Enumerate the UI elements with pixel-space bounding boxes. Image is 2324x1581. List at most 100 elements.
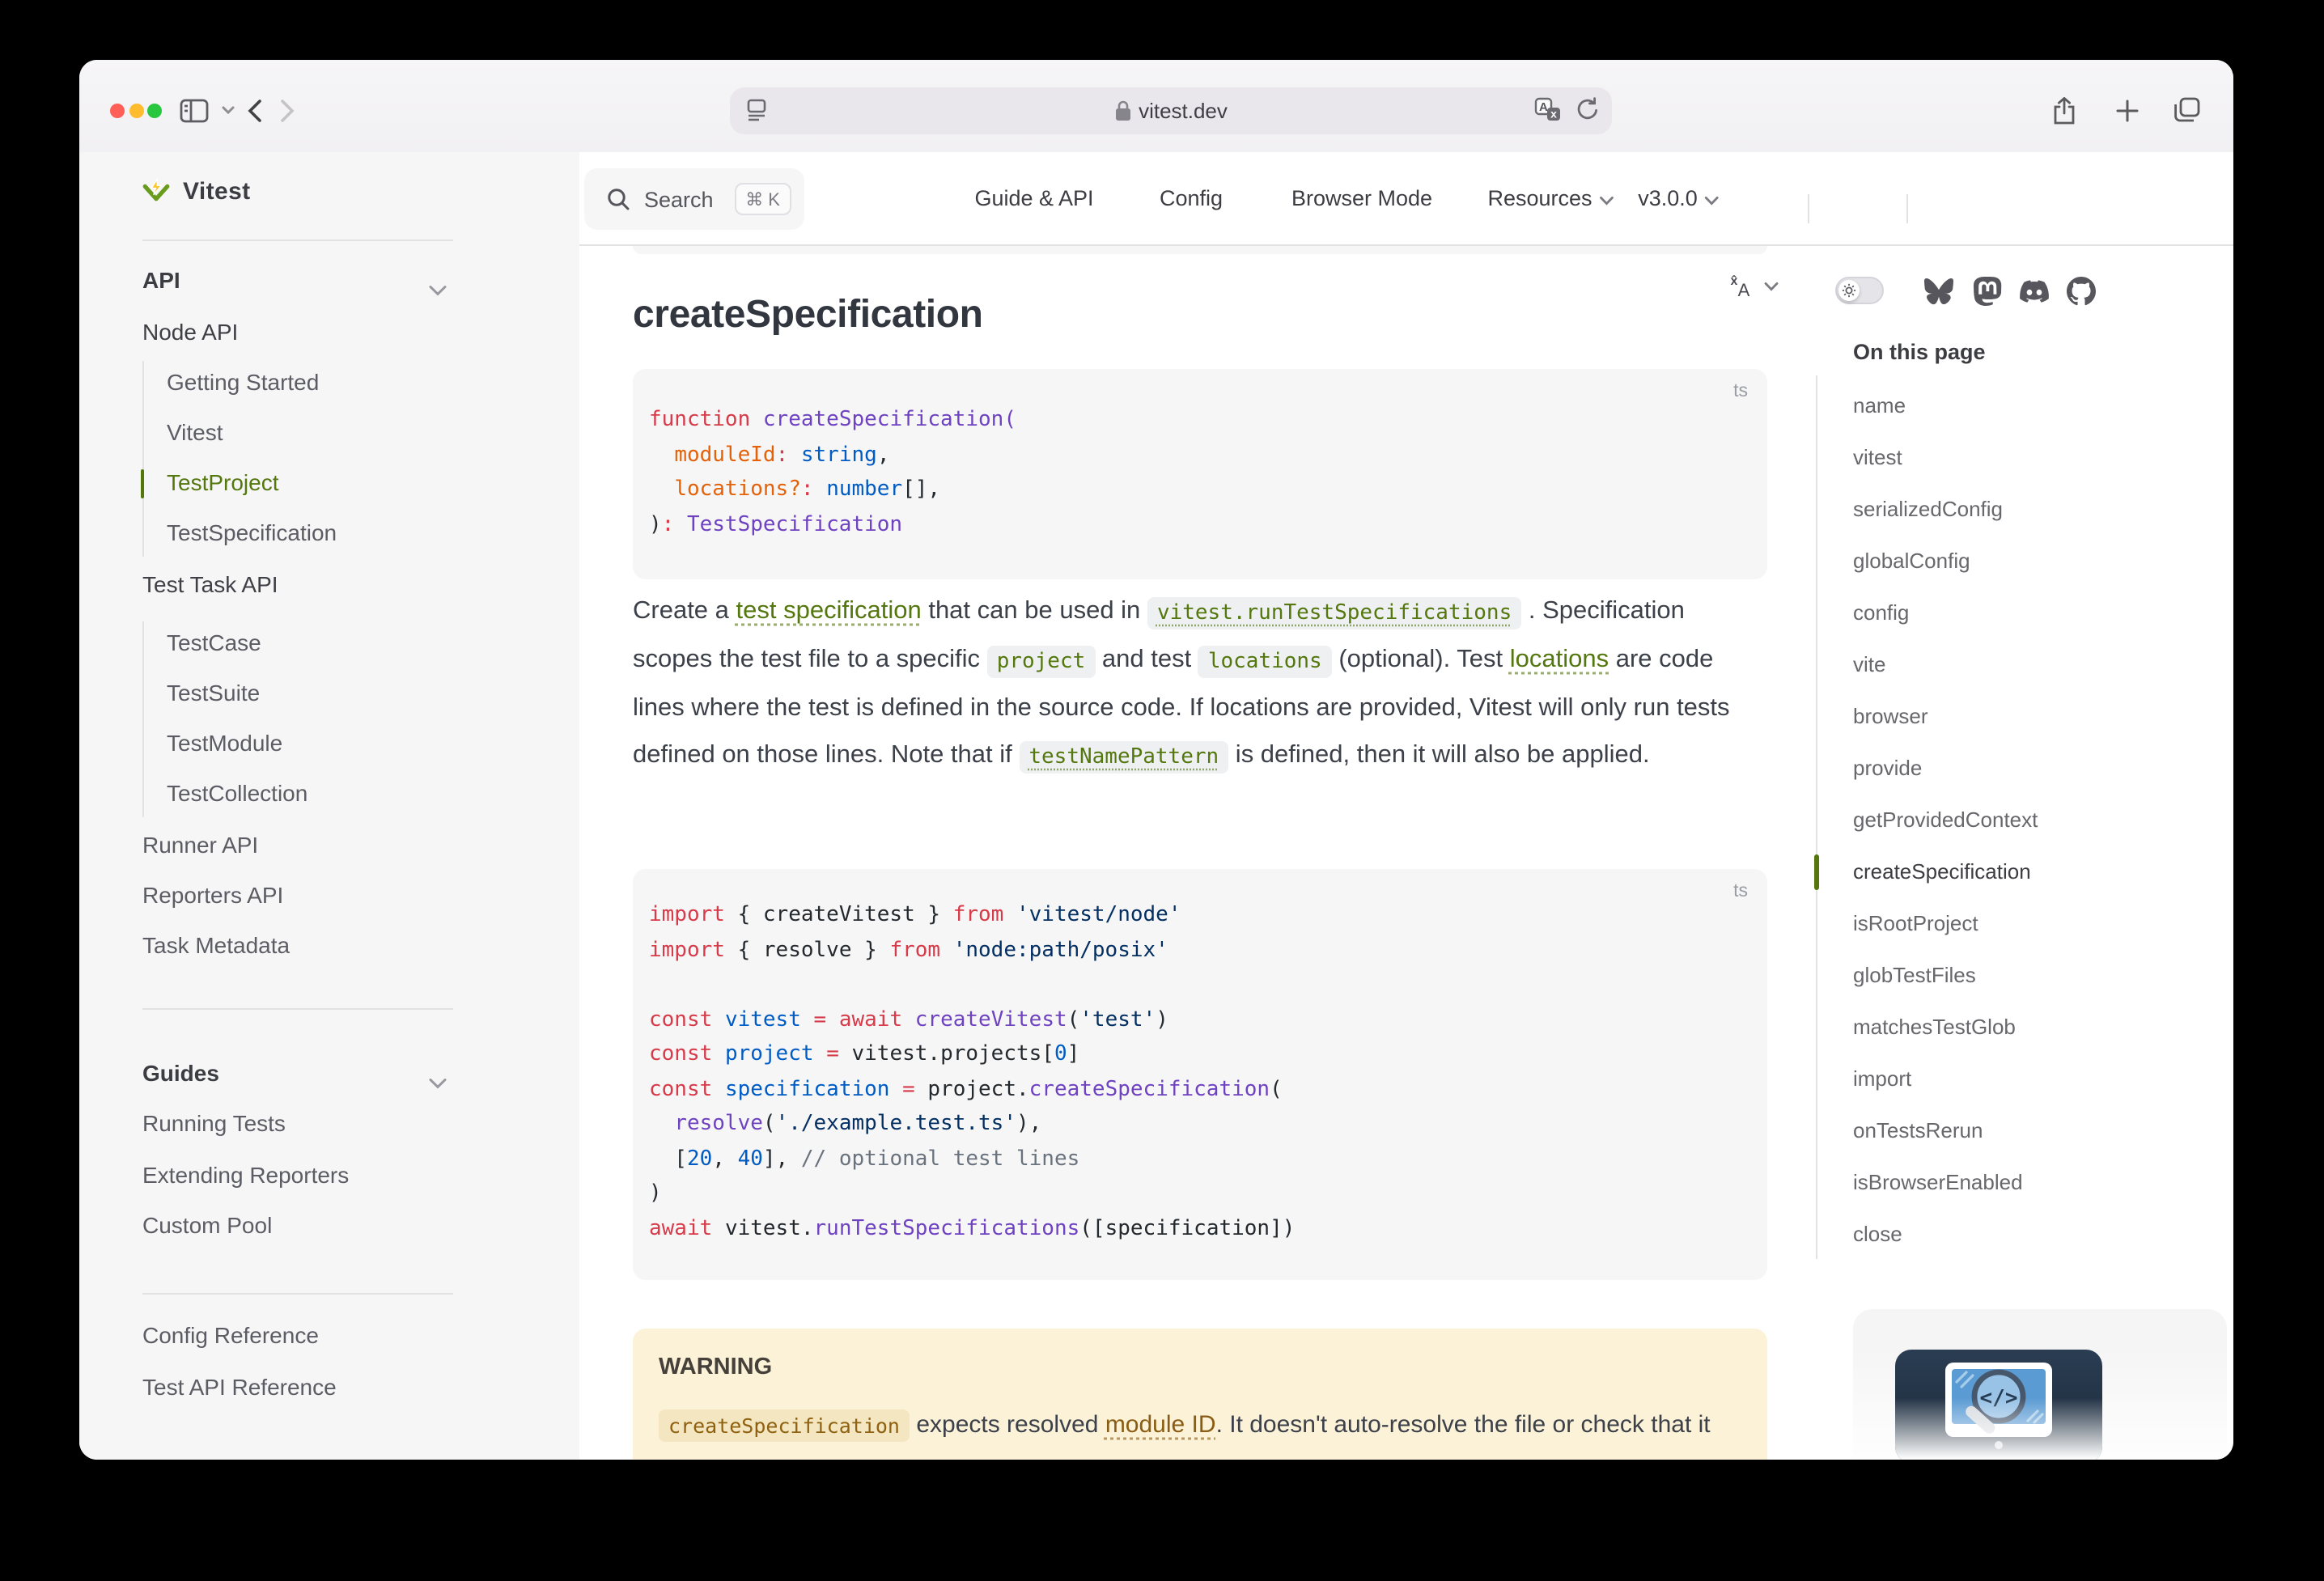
search-shortcut-badge: ⌘ K [734,183,791,215]
ad-card[interactable]: </> [1853,1309,2227,1460]
translate-icon[interactable]: A x [1534,97,1562,131]
toc-item-browser[interactable]: browser [1853,703,1928,727]
sidebar-item-testmodule[interactable]: TestModule [167,729,282,755]
sun-icon [1842,283,1856,298]
toc-item-serializedconfig[interactable]: serializedConfig [1853,496,2003,520]
new-tab-icon[interactable] [2107,91,2146,129]
sidebar-item-api[interactable]: API [142,266,180,292]
sidebar-item-reporters-api[interactable]: Reporters API [142,881,283,907]
sidebar-item-extending-reporters[interactable]: Extending Reporters [142,1161,349,1187]
tab-overview-icon[interactable] [2167,91,2206,129]
sidebar-item-testproject[interactable]: TestProject [167,468,279,494]
toc-item-globalconfig[interactable]: globalConfig [1853,548,1970,572]
toc-item-provide[interactable]: provide [1853,755,1922,779]
warning-link[interactable]: module ID [1105,1411,1216,1439]
toc-item-vitest[interactable]: vitest [1853,444,1902,468]
toc-item-getprovidedcontext[interactable]: getProvidedContext [1853,807,2038,831]
sidebar [79,152,579,1460]
sidebar-item-custom-pool[interactable]: Custom Pool [142,1211,272,1237]
sidebar-item-test-api-reference[interactable]: Test API Reference [142,1373,337,1399]
toc-item-globtestfiles[interactable]: globTestFiles [1853,962,1976,986]
code-line: resolve('./example.test.ts'), [649,1107,1751,1142]
page-title: createSpecification [633,293,983,338]
code-line: const vitest = await createVitest('test'… [649,1002,1751,1037]
sidebar-item-vitest[interactable]: Vitest [167,418,223,444]
address-bar[interactable]: vitest.dev A x [730,87,1612,134]
toc-item-vite[interactable]: vite [1853,651,1885,676]
toc-item-close[interactable]: close [1853,1221,1902,1245]
sidebar-item-node-api[interactable]: Node API [142,318,238,344]
toc-item-isbrowserenabled[interactable]: isBrowserEnabled [1853,1169,2023,1193]
code-line: const specification = project.createSpec… [649,1072,1751,1107]
svg-text:A: A [1738,280,1750,299]
search-icon [607,188,630,210]
nav-dropdown-resources[interactable]: Resources [1487,152,1613,244]
code-line: locations?: number[], [649,473,1751,507]
sidebar-toggle-icon[interactable] [175,91,214,129]
sidebar-item-runner-api[interactable]: Runner API [142,831,258,857]
chevron-down-icon [429,274,447,303]
inline-link[interactable]: locations [1510,646,1609,673]
nav-link-guide-api[interactable]: Guide & API [974,152,1093,244]
nav-dropdown-v3-0-0[interactable]: v3.0.0 [1638,152,1719,244]
nav-link-config[interactable]: Config [1160,152,1223,244]
code-line: await vitest.runTestSpecifications([spec… [649,1211,1751,1246]
sidebar-divider [142,239,453,241]
github-icon[interactable] [2067,277,2096,306]
sidebar-group-divider [142,1292,453,1294]
text: that can be used in [922,597,1147,625]
sidebar-item-testcase[interactable]: TestCase [167,629,261,655]
svg-text:A: A [1539,100,1548,114]
vitest-logo-icon [142,178,170,206]
nav-link-browser-mode[interactable]: Browser Mode [1291,152,1432,244]
toc-item-config[interactable]: config [1853,600,1909,624]
toc-item-createspecification[interactable]: createSpecification [1853,858,2031,883]
forward-button[interactable] [267,91,306,129]
screen: vitest.dev A x [0,0,2324,1581]
code-block-example[interactable]: ts import { createVitest } from 'vitest/… [633,869,1767,1280]
toc-border [1816,375,1817,1259]
minimize-window-button[interactable] [129,104,143,118]
search-button[interactable]: Search ⌘ K [584,168,804,230]
theme-toggle[interactable] [1835,277,1884,304]
vitest-logo[interactable]: Vitest [142,178,251,206]
close-window-button[interactable] [110,104,125,118]
text: expects resolved [910,1411,1105,1439]
text: and test [1095,646,1198,673]
zoom-window-button[interactable] [147,104,162,118]
chevron-down-icon [429,1067,447,1096]
toc-item-name[interactable]: name [1853,392,1906,417]
toc-item-matchestestglob[interactable]: matchesTestGlob [1853,1014,2016,1038]
lock-icon [1114,100,1130,121]
sidebar-item-task-metadata[interactable]: Task Metadata [142,931,290,957]
mastodon-icon[interactable] [1973,277,2002,306]
inline-code-link[interactable]: testNamePattern [1019,740,1228,773]
toc-item-import[interactable]: import [1853,1066,1911,1090]
warning-body: createSpecification expects resolved mod… [659,1401,1741,1460]
sidebar-item-guides[interactable]: Guides [142,1059,219,1085]
search-label: Search [644,187,714,211]
sidebar-item-testspecification[interactable]: TestSpecification [167,519,337,545]
inline-code-link[interactable]: vitest.runTestSpecifications [1147,596,1521,629]
share-icon[interactable] [2044,91,2083,129]
toc-item-ontestsrerun[interactable]: onTestsRerun [1853,1117,1983,1142]
sidebar-item-test-task-api[interactable]: Test Task API [142,570,278,596]
code-line: ): TestSpecification [649,507,1751,542]
svg-text:x̂: x̂ [1731,274,1738,288]
discord-icon[interactable] [2020,277,2049,306]
code-block-signature[interactable]: ts function createSpecification( moduleI… [633,369,1767,579]
sidebar-item-testsuite[interactable]: TestSuite [167,679,260,705]
code-line: moduleId: string, [649,438,1751,473]
sidebar-item-running-tests[interactable]: Running Tests [142,1109,286,1135]
sidebar-item-config-reference[interactable]: Config Reference [142,1321,319,1347]
nav-divider [1808,194,1809,223]
bluesky-icon[interactable] [1924,277,1953,306]
sidebar-item-getting-started[interactable]: Getting Started [167,368,319,394]
sidebar-item-testcollection[interactable]: TestCollection [167,779,307,805]
svg-text:x: x [1550,107,1557,120]
reload-icon[interactable] [1576,97,1599,131]
language-menu[interactable]: x̂ A [1727,273,1779,299]
toc-item-isrootproject[interactable]: isRootProject [1853,910,1978,935]
inline-link[interactable]: test specification [736,597,922,625]
warning-inline-code: createSpecification [659,1409,910,1441]
